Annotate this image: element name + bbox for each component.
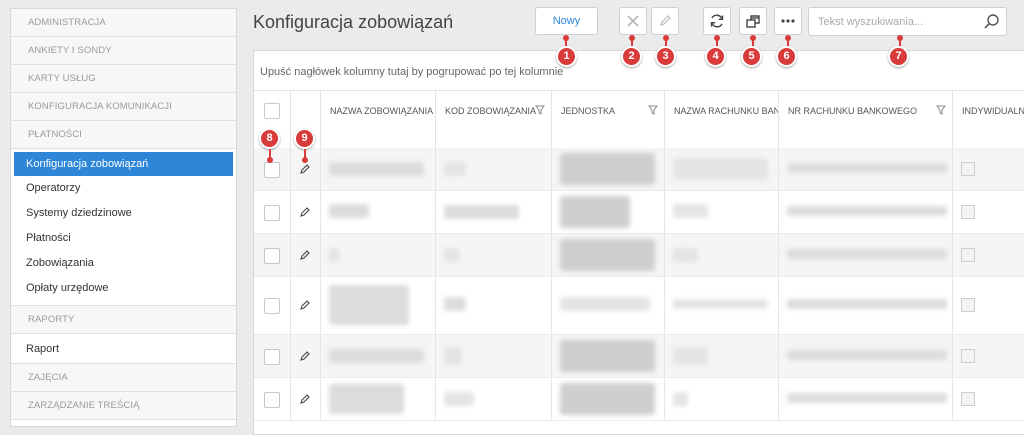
column-nazwa-rachunku[interactable]: NAZWA RACHUNKU BANKOWEGO	[665, 91, 779, 131]
row-checkbox[interactable]	[264, 392, 280, 408]
annotation-stem	[716, 38, 718, 46]
row-checkbox[interactable]	[264, 298, 280, 314]
annotation-stem	[665, 38, 667, 46]
indywidualny-checkbox[interactable]	[961, 205, 975, 219]
delete-icon	[627, 15, 639, 27]
row-checkbox[interactable]	[264, 205, 280, 221]
more-button[interactable]	[774, 7, 802, 35]
annotation-pointer	[267, 157, 273, 163]
window-button[interactable]	[739, 7, 767, 35]
section-zajecia[interactable]: ZAJĘCIA	[11, 364, 236, 392]
cell-redacted	[436, 148, 552, 190]
cell-redacted	[665, 148, 779, 190]
annotation-stem	[787, 38, 789, 46]
filter-icon[interactable]	[936, 105, 946, 115]
new-button[interactable]: Nowy	[535, 7, 598, 35]
annotation-badge-3: 3	[655, 46, 676, 67]
platnosci-group: Konfiguracja zobowiązań Operatorzy Syste…	[11, 152, 236, 306]
search-icon[interactable]	[983, 13, 1000, 35]
annotation-pointer	[302, 157, 308, 163]
column-jednostka[interactable]: JEDNOSTKA	[552, 91, 665, 131]
annotation-stem	[752, 38, 754, 46]
column-label: JEDNOSTKA	[561, 106, 616, 116]
section-karty-uslug[interactable]: KARTY USŁUG	[11, 65, 236, 93]
cell-redacted	[321, 148, 436, 190]
column-label: NAZWA ZOBOWIĄZANIA	[330, 106, 434, 116]
page-title: Konfiguracja zobowiązań	[253, 12, 454, 32]
edit-row-icon[interactable]	[299, 249, 311, 261]
annotation-stem	[565, 38, 567, 46]
annotation-badge-4: 4	[705, 46, 726, 67]
annotation-badge-2: 2	[621, 46, 642, 67]
row-checkbox[interactable]	[264, 248, 280, 264]
annotation-badge-7: 7	[888, 46, 909, 67]
select-all-checkbox[interactable]	[264, 103, 280, 119]
annotation-stem	[631, 38, 633, 46]
annotation-stem	[899, 38, 901, 46]
row-checkbox[interactable]	[264, 162, 280, 178]
sidebar-item-zobowiazania[interactable]: Zobowiązania	[11, 251, 236, 276]
filter-icon[interactable]	[648, 105, 658, 115]
table-row[interactable]	[254, 335, 1024, 378]
edit-row-icon[interactable]	[299, 393, 311, 405]
table-row[interactable]	[254, 378, 1024, 421]
table-row[interactable]	[254, 148, 1024, 191]
annotation-badge-8: 8	[259, 128, 280, 149]
cell-redacted	[552, 148, 665, 190]
header-select-all	[254, 91, 291, 131]
section-konfiguracja-komunikacji[interactable]: KONFIGURACJA KOMUNIKACJI	[11, 93, 236, 121]
row-checkbox[interactable]	[264, 349, 280, 365]
sidebar-item-konfiguracja-zobowiazan[interactable]: Konfiguracja zobowiązań	[14, 152, 233, 176]
table-row[interactable]	[254, 191, 1024, 234]
window-icon	[746, 15, 760, 28]
column-nr-rachunku[interactable]: NR RACHUNKU BANKOWEGO	[779, 91, 953, 131]
annotation-badge-1: 1	[556, 46, 577, 67]
edit-row-icon[interactable]	[299, 206, 311, 218]
sidebar-item-operatorzy[interactable]: Operatorzy	[11, 176, 236, 201]
sidebar-item-systemy-dziedzinowe[interactable]: Systemy dziedzinowe	[11, 201, 236, 226]
column-label: NR RACHUNKU BANKOWEGO	[788, 106, 918, 116]
column-nazwa-zobowiazania[interactable]: NAZWA ZOBOWIĄZANIA	[321, 91, 436, 131]
column-label: KOD ZOBOWIĄZANIA	[445, 106, 537, 116]
grid-rows	[254, 148, 1024, 421]
edit-button[interactable]	[651, 7, 679, 35]
indywidualny-checkbox[interactable]	[961, 392, 975, 406]
column-label: INDYWIDUALNY	[962, 106, 1024, 116]
column-indywidualny[interactable]: INDYWIDUALNY	[953, 91, 1024, 131]
column-kod-zobowiazania[interactable]: KOD ZOBOWIĄZANIA	[436, 91, 552, 131]
edit-row-icon[interactable]	[299, 299, 311, 311]
section-administracja[interactable]: ADMINISTRACJA	[11, 9, 236, 37]
refresh-button[interactable]	[703, 7, 731, 35]
search-box	[808, 7, 1007, 36]
indywidualny-checkbox[interactable]	[961, 162, 975, 176]
data-grid: Upuść nagłówek kolumny tutaj by pogrupow…	[253, 50, 1024, 435]
section-platnosci[interactable]: PŁATNOŚCI	[11, 121, 236, 149]
table-row[interactable]	[254, 277, 1024, 335]
sidebar: ADMINISTRACJA ANKIETY I SONDY KARTY USŁU…	[10, 8, 237, 427]
annotation-badge-9: 9	[294, 128, 315, 149]
column-label: NAZWA RACHUNKU BANKOWEGO	[674, 106, 778, 116]
header-edit-column	[291, 91, 321, 131]
section-zarzadzanie-trescia[interactable]: ZARZĄDZANIE TREŚCIĄ	[11, 392, 236, 420]
search-input[interactable]	[809, 8, 979, 35]
sidebar-item-oplaty-urzedowe[interactable]: Opłaty urzędowe	[11, 276, 236, 301]
annotation-badge-5: 5	[741, 46, 762, 67]
refresh-icon	[710, 14, 724, 28]
annotation-badge-6: 6	[776, 46, 797, 67]
indywidualny-checkbox[interactable]	[961, 349, 975, 363]
cell-redacted	[779, 148, 953, 190]
sidebar-item-platnosci[interactable]: Płatności	[11, 226, 236, 251]
edit-icon	[660, 15, 671, 26]
sidebar-item-raport[interactable]: Raport	[11, 334, 236, 364]
indywidualny-checkbox[interactable]	[961, 248, 975, 262]
delete-button[interactable]	[619, 7, 647, 35]
table-row[interactable]	[254, 234, 1024, 277]
filter-icon[interactable]	[535, 105, 545, 115]
edit-row-icon[interactable]	[299, 163, 311, 175]
section-raporty[interactable]: RAPORTY	[11, 306, 236, 334]
more-icon	[781, 19, 795, 23]
indywidualny-checkbox[interactable]	[961, 298, 975, 312]
edit-row-icon[interactable]	[299, 350, 311, 362]
section-ankiety[interactable]: ANKIETY I SONDY	[11, 37, 236, 65]
